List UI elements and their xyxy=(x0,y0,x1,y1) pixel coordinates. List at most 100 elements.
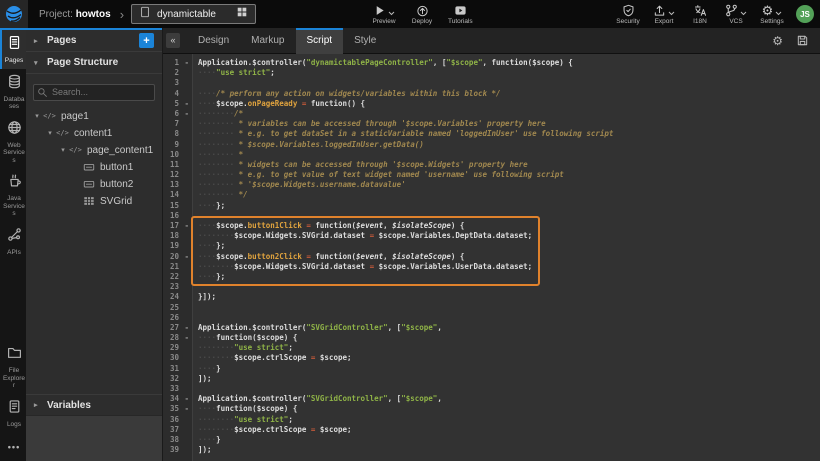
tree-expand-arrow-icon[interactable]: ▾ xyxy=(58,146,68,154)
tree-item-page_content1[interactable]: ▾</>page_content1 xyxy=(26,142,162,159)
rail-item-databases[interactable]: Databases xyxy=(0,69,26,115)
export-button[interactable]: Export xyxy=(652,3,676,25)
code-line[interactable]: ········ * variables can be accessed thr… xyxy=(198,119,820,129)
code-line[interactable]: ········ * $scope.Variables.loggedInUser… xyxy=(198,140,820,150)
rail-item-more[interactable]: ••• xyxy=(0,432,26,461)
tab-script[interactable]: Script xyxy=(296,28,344,54)
code-lines: Application.$controller("dynamictablePag… xyxy=(194,54,820,461)
code-line[interactable]: ]); xyxy=(198,374,820,384)
wavemaker-logo-icon[interactable] xyxy=(0,0,28,28)
tree-item-content1[interactable]: ▾</>content1 xyxy=(26,125,162,142)
code-line[interactable]: ····function($scope) { xyxy=(198,333,820,343)
collapse-right-arrow-icon[interactable]: ▸ xyxy=(34,37,40,45)
code-line[interactable]: }]); xyxy=(198,292,820,302)
add-page-button[interactable]: + xyxy=(139,33,154,48)
i18n-label: I18N xyxy=(693,18,707,25)
fold-marker[interactable]: - xyxy=(184,404,189,414)
page-switcher-grid-icon[interactable] xyxy=(236,5,248,23)
code-line[interactable]: ········$scope.ctrlScope = $scope; xyxy=(198,425,820,435)
rail-item-web-services[interactable]: Web Services xyxy=(0,115,26,169)
code-line[interactable]: ········ * xyxy=(198,150,820,160)
code-line[interactable]: ········ * '$scope.Widgets.username.data… xyxy=(198,180,820,190)
web-services-icon xyxy=(7,120,22,140)
page-tab[interactable]: dynamictable xyxy=(131,4,256,24)
code-line[interactable]: ········ * e.g. to get dataSet in a stat… xyxy=(198,129,820,139)
code-line[interactable]: ····}; xyxy=(198,201,820,211)
code-line[interactable] xyxy=(198,303,820,313)
code-line[interactable]: ····} xyxy=(198,435,820,445)
tree-item-page1[interactable]: ▾</>page1 xyxy=(26,108,162,125)
security-button[interactable]: Security xyxy=(616,3,640,25)
code-line[interactable]: ········/* xyxy=(198,109,820,119)
code-line[interactable]: ····}; xyxy=(198,272,820,282)
code-line[interactable]: ····function($scope) { xyxy=(198,404,820,414)
code-line[interactable]: ]); xyxy=(198,445,820,455)
code-line[interactable] xyxy=(198,313,820,323)
collapse-down-arrow-icon[interactable]: ▾ xyxy=(34,59,40,67)
rail-item-apis[interactable]: APIs xyxy=(0,222,26,261)
project-title: Project: howtos xyxy=(39,9,111,20)
code-line[interactable]: ····$scope.button2Click = function($even… xyxy=(198,252,820,262)
rail-item-logs[interactable]: Logs xyxy=(0,394,26,433)
fold-marker[interactable]: - xyxy=(184,333,189,343)
save-icon[interactable] xyxy=(796,34,809,47)
deploy-button[interactable]: Deploy xyxy=(410,3,434,25)
tree-item-SVGrid[interactable]: SVGrid xyxy=(26,193,162,210)
rail-item-java-services[interactable]: Java Services xyxy=(0,168,26,222)
fold-marker[interactable]: - xyxy=(184,221,189,231)
tree-item-label: content1 xyxy=(74,128,112,139)
fold-marker[interactable]: - xyxy=(184,394,189,404)
tree-expand-arrow-icon[interactable]: ▾ xyxy=(45,129,55,137)
tab-style[interactable]: Style xyxy=(343,28,387,54)
collapse-right-arrow-icon[interactable]: ▸ xyxy=(34,401,40,409)
code-line[interactable] xyxy=(198,78,820,88)
tree-expand-arrow-icon[interactable]: ▾ xyxy=(32,112,42,120)
vcs-button[interactable]: VCS xyxy=(724,3,748,25)
code-line[interactable]: ········"use strict"; xyxy=(198,343,820,353)
tab-design[interactable]: Design xyxy=(187,28,240,54)
code-editor[interactable]: 1-2345-6-7891011121314151617-181920-2122… xyxy=(163,54,820,461)
code-line[interactable]: ····$scope.button1Click = function($even… xyxy=(198,221,820,231)
code-line[interactable]: ····/* perform any action on widgets/var… xyxy=(198,89,820,99)
code-line[interactable]: ····$scope.onPageReady = function() { xyxy=(198,99,820,109)
fold-marker[interactable]: - xyxy=(184,58,189,68)
code-line[interactable]: Application.$controller("SVGridControlle… xyxy=(198,394,820,404)
code-line[interactable] xyxy=(198,211,820,221)
preview-button[interactable]: Preview xyxy=(372,3,396,25)
rail-item-file-explorer[interactable]: File Explorer xyxy=(0,340,26,394)
script-options-gear-icon[interactable]: ⚙ xyxy=(772,34,783,48)
user-avatar[interactable]: JS xyxy=(796,5,814,23)
settings-button[interactable]: ⚙Settings xyxy=(760,3,784,25)
settings-label: Settings xyxy=(760,18,784,25)
code-line[interactable]: ········$scope.ctrlScope = $scope; xyxy=(198,353,820,363)
code-line[interactable]: ····"use strict"; xyxy=(198,68,820,78)
code-line[interactable]: ········ */ xyxy=(198,190,820,200)
fold-marker[interactable]: - xyxy=(184,252,189,262)
code-line[interactable] xyxy=(198,282,820,292)
fold-marker[interactable]: - xyxy=(184,323,189,333)
pages-section-header[interactable]: ▸ Pages + xyxy=(26,30,162,52)
code-line[interactable]: ········ * e.g. to get value of text wid… xyxy=(198,170,820,180)
rail-item-pages[interactable]: Pages xyxy=(0,30,26,69)
tree-item-label: button1 xyxy=(100,162,133,173)
tutorials-button[interactable]: Tutorials xyxy=(448,3,473,25)
variables-section-header[interactable]: ▸ Variables xyxy=(26,394,162,416)
page-structure-header[interactable]: ▾ Page Structure xyxy=(26,52,162,74)
code-line[interactable]: ····}; xyxy=(198,241,820,251)
fold-marker[interactable]: - xyxy=(184,109,189,119)
tab-markup[interactable]: Markup xyxy=(240,28,295,54)
code-line[interactable]: ········"use strict"; xyxy=(198,415,820,425)
code-line[interactable]: ········$scope.Widgets.SVGrid.dataset = … xyxy=(198,262,820,272)
tree-item-button2[interactable]: button2 xyxy=(26,176,162,193)
i18n-button[interactable]: I18N xyxy=(688,3,712,25)
collapse-panel-button[interactable]: « xyxy=(166,33,180,48)
search-input[interactable] xyxy=(33,84,155,101)
code-line[interactable] xyxy=(198,384,820,394)
code-line[interactable]: ········ * widgets can be accessed throu… xyxy=(198,160,820,170)
code-line[interactable]: ········$scope.Widgets.SVGrid.dataset = … xyxy=(198,231,820,241)
code-line[interactable]: ····} xyxy=(198,364,820,374)
fold-marker[interactable]: - xyxy=(184,99,189,109)
tree-item-button1[interactable]: button1 xyxy=(26,159,162,176)
code-line[interactable]: Application.$controller("SVGridControlle… xyxy=(198,323,820,333)
code-line[interactable]: Application.$controller("dynamictablePag… xyxy=(198,58,820,68)
